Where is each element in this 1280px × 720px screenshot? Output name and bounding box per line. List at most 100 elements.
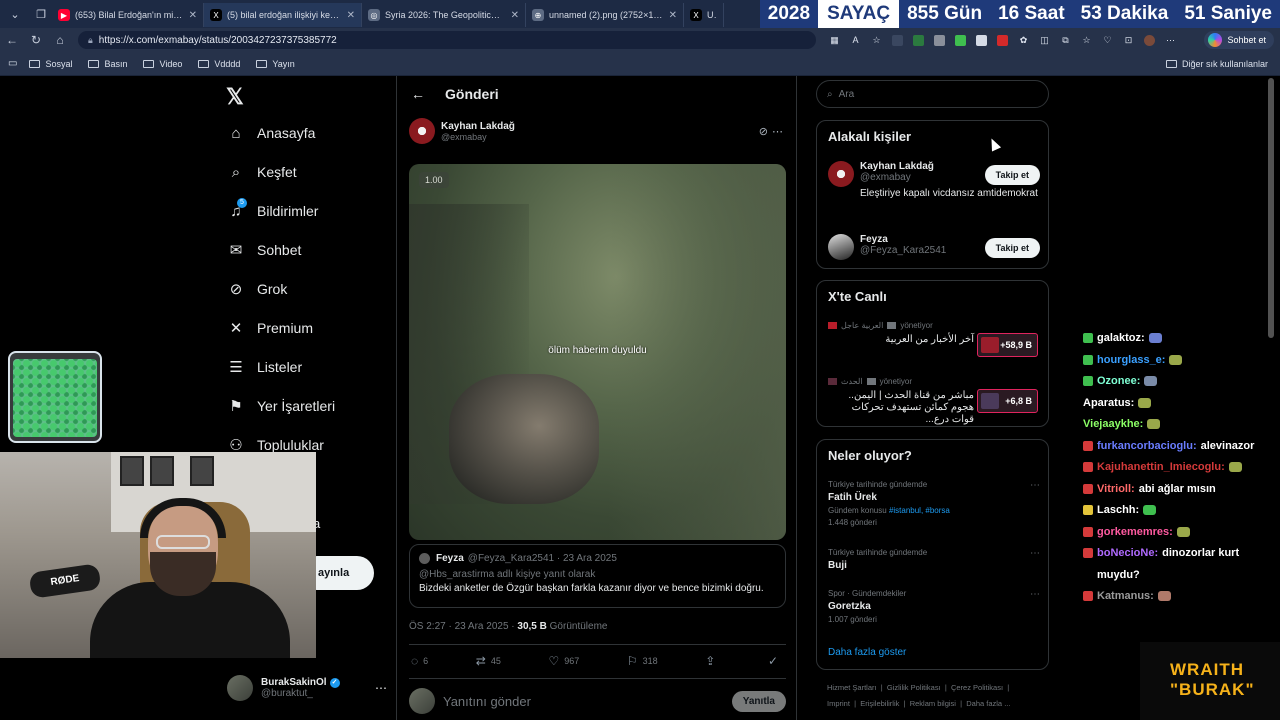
trend-item[interactable]: Türkiye tarihinde gündemde Buji ⋯ xyxy=(828,548,1040,571)
screenshot-icon[interactable]: ⊡ xyxy=(1123,35,1134,46)
tab-close-icon[interactable]: ✕ xyxy=(669,10,677,21)
extension-icon[interactable] xyxy=(997,34,1008,46)
footer-link[interactable]: Erişilebilirlik xyxy=(860,699,899,708)
favorites-icon[interactable]: ☆ xyxy=(1081,35,1092,46)
browser-tab[interactable]: ⊕ unnamed (2).png (2752×1536) ✕ xyxy=(526,3,684,27)
more-dots-icon[interactable]: ⋯ xyxy=(375,681,387,695)
trend-more-icon[interactable]: ⋯ xyxy=(1030,548,1040,559)
extension-icon[interactable] xyxy=(913,34,924,46)
account-switcher[interactable]: BurakSakinOl ✓ @buraktut_ ⋯ xyxy=(227,672,387,704)
trend-item[interactable]: Türkiye tarihinde gündemde Fatih Ürek Gü… xyxy=(828,480,1040,527)
nav-item-bildirimler[interactable]: ♫ 5 Bildirimler xyxy=(227,198,318,220)
puzzle-icon[interactable]: ✿ xyxy=(1018,35,1029,46)
trend-more-icon[interactable]: ⋯ xyxy=(1030,589,1040,600)
footer-link[interactable]: Hizmet Şartları xyxy=(827,683,877,692)
back-icon[interactable]: ← xyxy=(0,33,24,47)
workspaces-icon[interactable]: ❐ xyxy=(30,3,52,25)
bookmark-button[interactable]: ⚐ 318 xyxy=(627,654,658,668)
browser-tab[interactable]: X URL N xyxy=(684,3,724,27)
nav-item-listeler[interactable]: ☰ Listeler xyxy=(227,358,302,376)
reply-button[interactable]: ◌ 6 xyxy=(411,654,428,668)
refresh-icon[interactable]: ↻ xyxy=(24,33,48,47)
bookmark-folder[interactable]: Video xyxy=(143,59,182,69)
author-name[interactable]: Kayhan Lakdağ xyxy=(441,121,515,132)
grid-icon[interactable]: ▦ xyxy=(829,35,840,46)
reply-input[interactable]: Yanıtını gönder xyxy=(443,694,531,709)
live-title: X'te Canlı xyxy=(828,289,887,304)
author-handle[interactable]: @exmabay xyxy=(441,132,515,142)
copilot-button[interactable]: Sohbet et xyxy=(1204,31,1274,49)
browser-tab[interactable]: X (5) bilal erdoğan ilişkiyi kestik - Ar ✕ xyxy=(204,3,362,27)
footer-link[interactable]: Gizlilik Politikası xyxy=(887,683,941,692)
tab-close-icon[interactable]: ✕ xyxy=(511,10,519,21)
person-bio: Eleştiriye kapalı vicdansız amtidemokrat xyxy=(860,188,1038,199)
extension-icon[interactable] xyxy=(955,34,966,46)
follow-button[interactable]: Takip et xyxy=(984,238,1040,258)
video-player[interactable]: 1.00 ölüm haberim duyuldu xyxy=(409,164,786,540)
chat-message: Katmanus: xyxy=(1083,586,1273,608)
bookmark-folder[interactable]: Basın xyxy=(88,59,127,69)
browser-tab[interactable]: ◎ Syria 2026: The Geopolitical Map o ✕ xyxy=(362,3,526,27)
url-field[interactable]: 🔒︎ https://x.com/exmabay/status/20034272… xyxy=(78,31,816,49)
live-item[interactable]: الحدث yönetiyor مباشر من قناة الحدث | الي… xyxy=(828,377,1040,426)
nav-item-sohbet[interactable]: ✉ Sohbet xyxy=(227,241,302,259)
grok-post-icon[interactable]: ⊘ xyxy=(759,126,772,138)
nav-item-yer-i-şaretleri[interactable]: ⚑ Yer İşaretleri xyxy=(227,397,335,415)
x-logo-icon[interactable]: 𝕏 xyxy=(226,84,244,110)
footer-link[interactable]: Imprint xyxy=(827,699,850,708)
show-more-link[interactable]: Daha fazla göster xyxy=(828,647,906,658)
back-arrow-icon[interactable]: ← xyxy=(411,86,425,102)
nav-item-grok[interactable]: ⊘ Grok xyxy=(227,280,288,298)
verified-badge-icon: ✓ xyxy=(329,677,340,688)
like-button[interactable]: ♡ 967 xyxy=(548,654,579,668)
trend-category: Türkiye tarihinde gündemde xyxy=(828,548,928,557)
menu-dots-icon[interactable]: ⋯ xyxy=(1165,35,1176,46)
tab-favicon-icon: ▶ xyxy=(58,9,70,21)
trend-tags[interactable]: #istanbul, #borsa xyxy=(889,506,950,515)
quoted-post[interactable]: Feyza @Feyza_Kara2541 · 23 Ara 2025 @Hbs… xyxy=(409,544,786,608)
reply-submit-button[interactable]: Yanıtla xyxy=(731,690,786,712)
extension-icon[interactable] xyxy=(934,34,945,46)
bookmark-folder[interactable]: Yayın xyxy=(256,59,295,69)
home-browser-icon[interactable]: ⌂ xyxy=(48,33,72,47)
related-person[interactable]: Feyza @Feyza_Kara2541 Takip et xyxy=(828,234,1040,260)
extension-icon[interactable] xyxy=(892,34,903,46)
follow-button[interactable]: Takip et xyxy=(984,165,1040,185)
collections-icon[interactable]: ⧉ xyxy=(1060,35,1071,46)
page-scrollbar[interactable] xyxy=(1268,78,1274,338)
extension-icon[interactable] xyxy=(976,34,987,46)
check-button[interactable]: ✓ xyxy=(768,654,783,668)
split-screen-icon[interactable]: ◫ xyxy=(1039,35,1050,46)
other-favorites[interactable]: Diğer sık kullanılanlar xyxy=(1165,59,1268,69)
live-thumbnail xyxy=(981,393,999,409)
live-item[interactable]: العربية عاجل yönetiyor آخر الأخبار من الع… xyxy=(828,321,1040,357)
nav-item-premium[interactable]: ✕ Premium xyxy=(227,319,313,337)
tab-close-icon[interactable]: ✕ xyxy=(189,10,197,21)
tab-list-chevron-icon[interactable]: ⌄ xyxy=(4,3,26,25)
playback-speed[interactable]: 1.00 xyxy=(419,172,449,188)
sidebar-toggle-icon[interactable]: ▭ xyxy=(8,58,17,69)
search-input[interactable]: ⌕ Ara xyxy=(816,80,1049,108)
repost-button[interactable]: ⇄ 45 xyxy=(476,654,501,668)
tab-close-icon[interactable]: ✕ xyxy=(347,10,355,21)
footer-link[interactable]: Reklam bilgisi xyxy=(910,699,956,708)
browser-tab[interactable]: ▶ (653) Bilal Erdoğan'ın mitingine ka ✕ xyxy=(52,3,204,27)
trend-more-icon[interactable]: ⋯ xyxy=(1030,480,1040,491)
share-button[interactable]: ⇪ xyxy=(705,654,720,668)
post-more-icon[interactable]: ⋯ xyxy=(772,126,787,138)
extensions-toolbar: ▦ A ☆ ✿ ◫ ⧉ ☆ ♡ ⊡ ⋯ xyxy=(824,34,1181,46)
read-aloud-icon[interactable]: A xyxy=(850,35,861,46)
favorite-star-icon[interactable]: ☆ xyxy=(871,35,882,46)
bookmark-folder[interactable]: Sosyal xyxy=(29,59,72,69)
trend-item[interactable]: Spor · Gündemdekiler Goretzka 1.007 gönd… xyxy=(828,589,1040,624)
profile-avatar-icon[interactable] xyxy=(1144,34,1155,46)
heart-icon[interactable]: ♡ xyxy=(1102,35,1113,46)
nav-item-anasayfa[interactable]: ⌂ Anasayfa xyxy=(227,124,315,142)
bookmark-folder[interactable]: Vdddd xyxy=(198,59,240,69)
footer-link[interactable]: Daha fazla ... xyxy=(966,699,1010,708)
author-avatar[interactable] xyxy=(409,118,435,144)
footer-link[interactable]: Çerez Politikası xyxy=(951,683,1003,692)
related-person[interactable]: Kayhan Lakdağ @exmabay Eleştiriye kapalı… xyxy=(828,161,1040,200)
chat-emote-icon xyxy=(1228,462,1242,473)
nav-item-keşfet[interactable]: ⌕ Keşfet xyxy=(227,163,297,181)
